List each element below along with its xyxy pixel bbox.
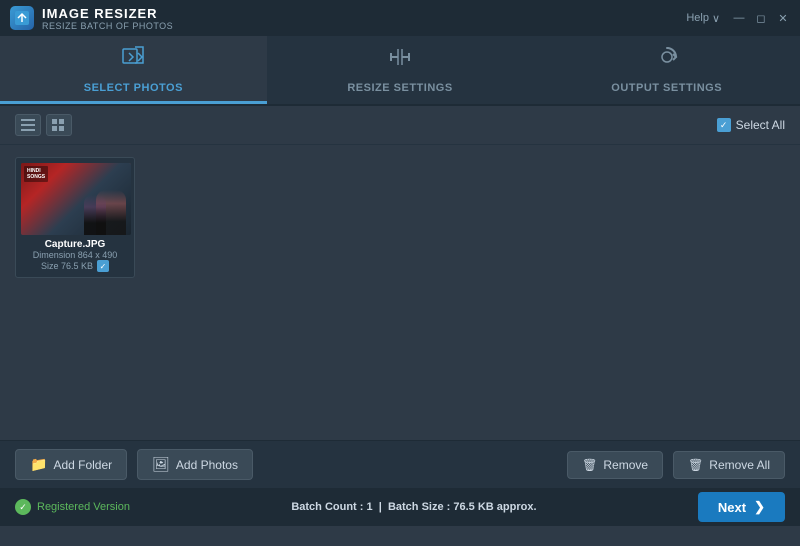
app-title-group: IMAGE RESIZER RESIZE BATCH OF PHOTOS xyxy=(42,6,173,31)
title-bar-right: Help ∨ — ◻ ✕ xyxy=(686,11,790,25)
next-label: Next xyxy=(718,500,746,515)
list-view-button[interactable] xyxy=(15,114,41,136)
batch-size-label: Batch Size : xyxy=(388,501,450,513)
photo-checkbox[interactable]: ✓ xyxy=(97,260,109,272)
photo-size: Size 76.5 KB xyxy=(41,261,93,271)
photo-info: Capture.JPG Dimension 864 x 490 Size 76.… xyxy=(21,239,129,272)
resize-settings-icon xyxy=(386,43,414,77)
select-all-label: Select All xyxy=(736,118,785,132)
tab-select-photos-label: SELECT PHOTOS xyxy=(84,82,183,94)
add-photos-button[interactable]: 🖼 Add Photos xyxy=(137,449,253,480)
app-subtitle: RESIZE BATCH OF PHOTOS xyxy=(42,21,173,31)
window-controls: — ◻ ✕ xyxy=(732,11,790,25)
output-settings-icon xyxy=(653,43,681,77)
select-all-checkbox[interactable]: ✓ xyxy=(717,118,731,132)
add-folder-icon: 📁 xyxy=(30,456,47,473)
action-bar: 📁 Add Folder 🖼 Add Photos 🗑 Remove 🗑 Rem… xyxy=(0,440,800,488)
remove-label: Remove xyxy=(603,458,648,472)
add-folder-label: Add Folder xyxy=(53,458,112,472)
title-bar: IMAGE RESIZER RESIZE BATCH OF PHOTOS Hel… xyxy=(0,0,800,36)
app-icon xyxy=(10,6,34,30)
select-all-area[interactable]: ✓ Select All xyxy=(717,118,785,132)
photo-dimension: Dimension 864 x 490 xyxy=(21,250,129,260)
tab-resize-settings-label: RESIZE SETTINGS xyxy=(347,82,452,94)
next-icon: ❯ xyxy=(754,499,765,515)
help-button[interactable]: Help ∨ xyxy=(686,12,720,25)
batch-count-value: 1 xyxy=(367,501,373,513)
tab-resize-settings[interactable]: RESIZE SETTINGS xyxy=(267,36,534,104)
registered-status: ✓ Registered Version xyxy=(15,499,130,515)
remove-all-icon: 🗑 xyxy=(688,458,703,472)
add-photos-label: Add Photos xyxy=(176,458,238,472)
toolbar: ✓ Select All xyxy=(0,106,800,145)
content-area: HINDISONGS Capture.JPG Dimension 864 x 4… xyxy=(0,145,800,440)
photo-grid: HINDISONGS Capture.JPG Dimension 864 x 4… xyxy=(15,157,785,278)
photo-item[interactable]: HINDISONGS Capture.JPG Dimension 864 x 4… xyxy=(15,157,135,278)
app-title: IMAGE RESIZER xyxy=(42,6,173,21)
tab-output-settings-label: OUTPUT SETTINGS xyxy=(611,82,722,94)
tab-output-settings[interactable]: OUTPUT SETTINGS xyxy=(533,36,800,104)
tabs: SELECT PHOTOS RESIZE SETTINGS OUTPUT SET… xyxy=(0,36,800,106)
batch-count-label: Batch Count : xyxy=(291,501,363,513)
photo-name: Capture.JPG xyxy=(21,239,129,250)
select-photos-icon xyxy=(119,43,147,77)
grid-view-button[interactable] xyxy=(46,114,72,136)
separator: | xyxy=(379,501,382,513)
status-bar: ✓ Registered Version Batch Count : 1 | B… xyxy=(0,488,800,526)
next-button[interactable]: Next ❯ xyxy=(698,492,785,522)
remove-icon: 🗑 xyxy=(582,458,597,472)
registered-label: Registered Version xyxy=(37,501,130,513)
maximize-button[interactable]: ◻ xyxy=(754,11,768,25)
remove-all-label: Remove All xyxy=(709,458,770,472)
close-button[interactable]: ✕ xyxy=(776,11,790,25)
registered-icon: ✓ xyxy=(15,499,31,515)
add-photos-icon: 🖼 xyxy=(152,456,170,473)
photo-size-row: Size 76.5 KB ✓ xyxy=(21,260,129,272)
remove-button[interactable]: 🗑 Remove xyxy=(567,451,663,479)
tab-select-photos[interactable]: SELECT PHOTOS xyxy=(0,36,267,104)
batch-size-value: 76.5 KB approx. xyxy=(453,501,536,513)
thumbnail-image: HINDISONGS xyxy=(21,163,131,235)
remove-all-button[interactable]: 🗑 Remove All xyxy=(673,451,785,479)
view-buttons xyxy=(15,114,72,136)
add-folder-button[interactable]: 📁 Add Folder xyxy=(15,449,127,480)
batch-info: Batch Count : 1 | Batch Size : 76.5 KB a… xyxy=(291,501,536,513)
minimize-button[interactable]: — xyxy=(732,11,746,25)
title-bar-left: IMAGE RESIZER RESIZE BATCH OF PHOTOS xyxy=(10,6,173,31)
photo-thumbnail: HINDISONGS xyxy=(21,163,131,235)
